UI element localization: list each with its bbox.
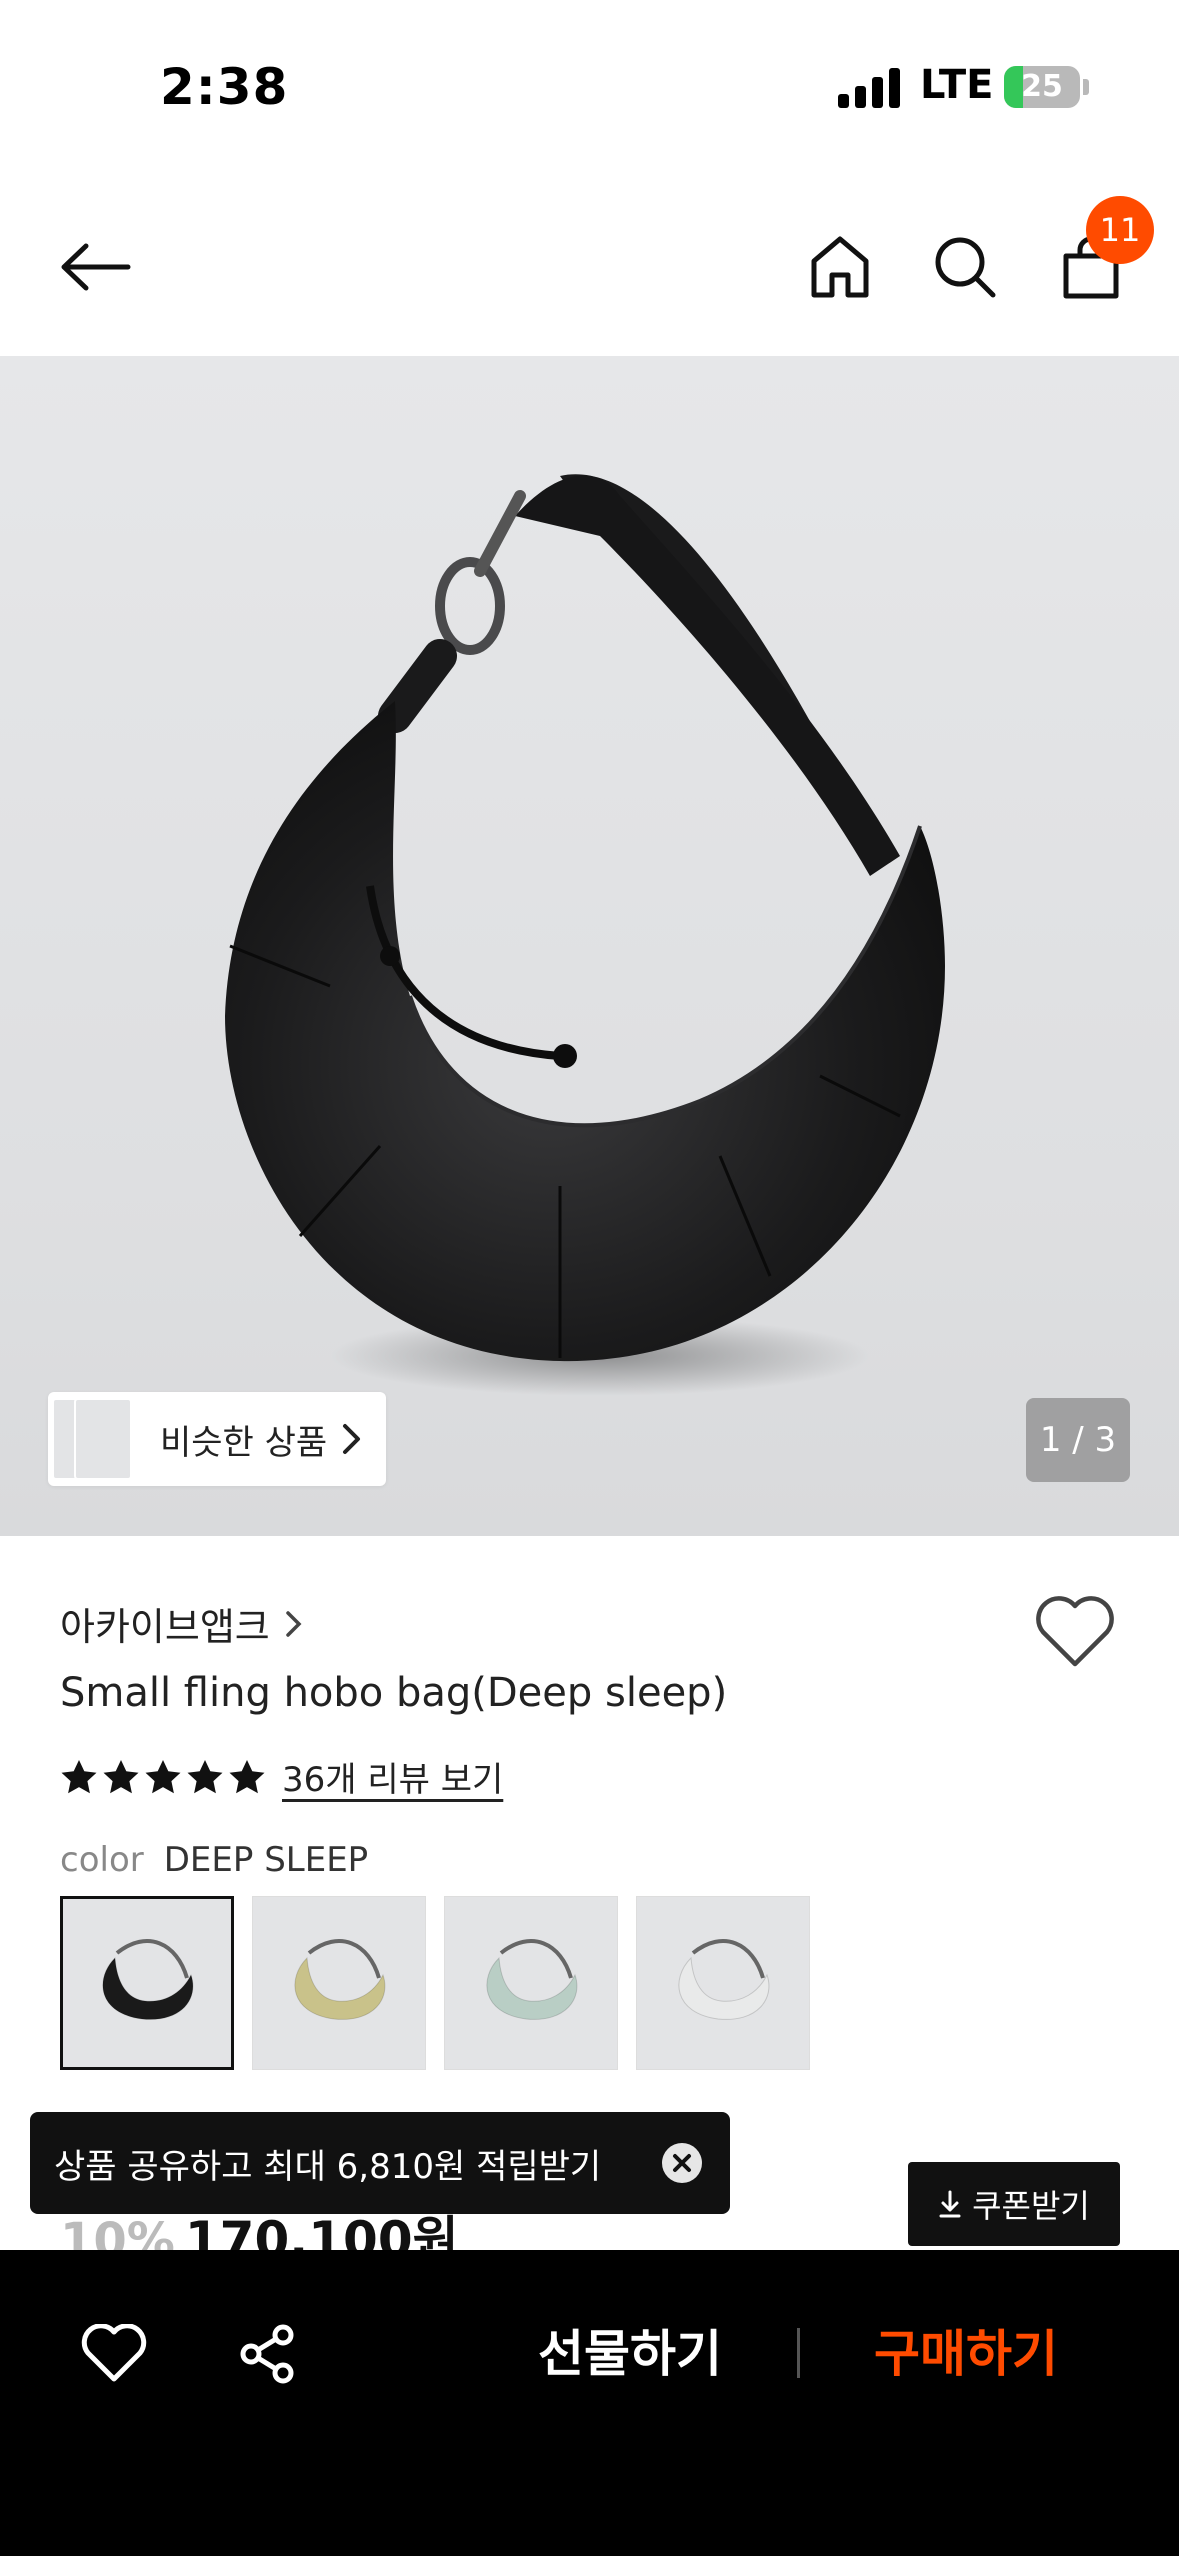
color-swatches [60, 1896, 810, 2070]
color-label: color [60, 1840, 144, 1880]
chevron-right-icon [343, 1424, 361, 1454]
color-swatch-4[interactable] [636, 1896, 810, 2070]
download-icon [939, 2190, 961, 2218]
color-swatch-3[interactable] [444, 1896, 618, 2070]
brand-link[interactable]: 아카이브앱크 [60, 1596, 304, 1651]
bottom-action-bar [0, 2250, 1179, 2556]
bag-thumbnail [294, 1939, 386, 2020]
battery-nub [1083, 79, 1089, 95]
similar-thumbnails [48, 1392, 158, 1486]
buy-button[interactable]: 구매하기 [856, 2316, 1076, 2392]
signal-strength-icon [838, 68, 900, 108]
back-arrow-icon[interactable] [50, 222, 140, 312]
star-icon [187, 1759, 223, 1793]
heart-icon[interactable] [1034, 1594, 1116, 1670]
bag-thumbnail [678, 1939, 770, 2020]
search-icon[interactable] [920, 222, 1010, 312]
coupon-button[interactable]: 쿠폰받기 [908, 2162, 1120, 2246]
color-row: color DEEP SLEEP [60, 1840, 368, 1880]
review-link[interactable]: 36개 리뷰 보기 [282, 1752, 503, 1801]
hobo-bag-illustration [225, 474, 945, 1396]
battery-level: 25 [1021, 69, 1063, 104]
battery-icon: 25 [1004, 66, 1080, 108]
star-icon [103, 1759, 139, 1793]
product-image[interactable] [0, 356, 1179, 1536]
coupon-label: 쿠폰받기 [972, 2187, 1090, 2225]
gift-button[interactable]: 선물하기 [520, 2316, 740, 2392]
share-icon[interactable] [226, 2312, 310, 2396]
heart-icon[interactable] [72, 2312, 156, 2396]
chevron-right-icon [286, 1610, 302, 1637]
network-type: LTE [920, 62, 994, 108]
star-icon [229, 1759, 265, 1793]
share-reward-toast[interactable]: 상품 공유하고 최대 6,810원 적립받기 [30, 2112, 730, 2214]
rating-row: 36개 리뷰 보기 [60, 1752, 503, 1801]
rating-stars [60, 1759, 266, 1795]
top-navigation [0, 190, 1179, 356]
product-title: Small fling hobo bag(Deep sleep) [60, 1670, 728, 1716]
star-icon [61, 1759, 97, 1793]
toast-text: 상품 공유하고 최대 6,810원 적립받기 [54, 2146, 602, 2187]
home-icon[interactable] [795, 222, 885, 312]
color-value: DEEP SLEEP [163, 1840, 369, 1880]
star-icon [145, 1759, 181, 1793]
status-time: 2:38 [160, 58, 289, 116]
color-swatch-1[interactable] [60, 1896, 234, 2070]
bottom-divider [797, 2328, 800, 2378]
image-page-counter: 1 / 3 [1026, 1398, 1130, 1482]
close-icon[interactable] [662, 2143, 702, 2183]
cart-count-badge: 11 [1086, 196, 1154, 264]
bag-thumbnail [486, 1939, 578, 2020]
status-bar: 2:38 LTE 25 [0, 0, 1179, 170]
color-swatch-2[interactable] [252, 1896, 426, 2070]
brand-name: 아카이브앱크 [60, 1605, 270, 1649]
similar-products-button[interactable]: 비슷한 상품 [48, 1392, 386, 1486]
bag-thumbnail [102, 1939, 194, 2020]
similar-products-label: 비슷한 상품 [160, 1422, 328, 1463]
